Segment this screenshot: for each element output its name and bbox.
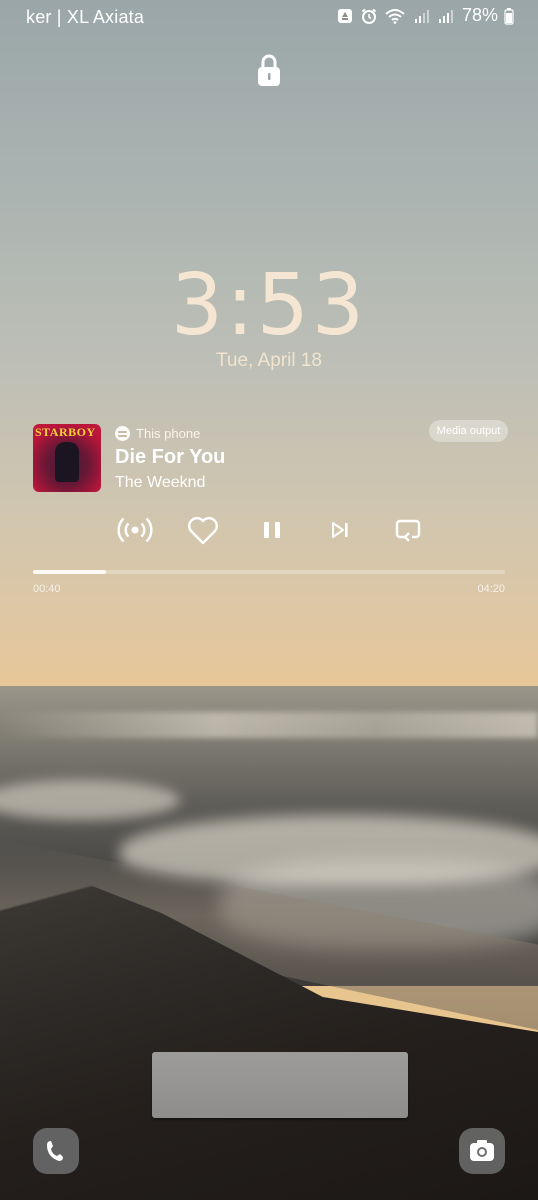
playback-progress-fill xyxy=(33,570,106,574)
song-artist: The Weeknd xyxy=(115,474,206,491)
album-art[interactable]: STARBOY xyxy=(33,424,101,492)
lock-icon[interactable] xyxy=(256,52,282,88)
skip-next-icon[interactable] xyxy=(322,512,358,548)
wallpaper-wave xyxy=(0,712,538,738)
playback-source-label: This phone xyxy=(136,426,201,441)
lockscreen-date: Tue, April 18 xyxy=(216,350,322,371)
spotify-icon xyxy=(115,426,130,441)
camera-shortcut-button[interactable] xyxy=(459,1128,505,1174)
battery-percent: 78% xyxy=(461,5,498,25)
total-duration: 04:20 xyxy=(477,583,505,595)
alarm-icon xyxy=(361,8,377,24)
lockscreen-clock[interactable]: 3:53 xyxy=(0,257,538,355)
song-title: Die For You xyxy=(115,446,226,468)
album-art-title: STARBOY xyxy=(35,425,96,439)
signal-icon xyxy=(414,9,429,23)
camera-icon xyxy=(470,1140,494,1161)
elapsed-time: 00:40 xyxy=(33,583,61,595)
wifi-icon xyxy=(385,8,405,24)
redacted-block xyxy=(152,1052,408,1118)
album-art-figure xyxy=(55,442,79,482)
signal-icon xyxy=(438,9,453,23)
pause-icon[interactable] xyxy=(254,512,290,548)
battery-icon xyxy=(504,7,514,25)
heart-icon[interactable] xyxy=(185,512,221,548)
phone-shortcut-button[interactable] xyxy=(33,1128,79,1174)
cast-icon[interactable] xyxy=(117,512,153,548)
recycle-icon xyxy=(337,8,352,23)
repeat-icon[interactable] xyxy=(390,512,426,548)
playback-progress-bar[interactable] xyxy=(33,570,505,574)
carrier-label: ker | XL Axiata xyxy=(26,7,145,27)
status-icons: 78% xyxy=(336,5,514,26)
status-bar: ker | XL Axiata 78% xyxy=(0,0,538,34)
phone-icon xyxy=(47,1141,63,1161)
media-output-button[interactable]: Media output xyxy=(429,420,508,442)
